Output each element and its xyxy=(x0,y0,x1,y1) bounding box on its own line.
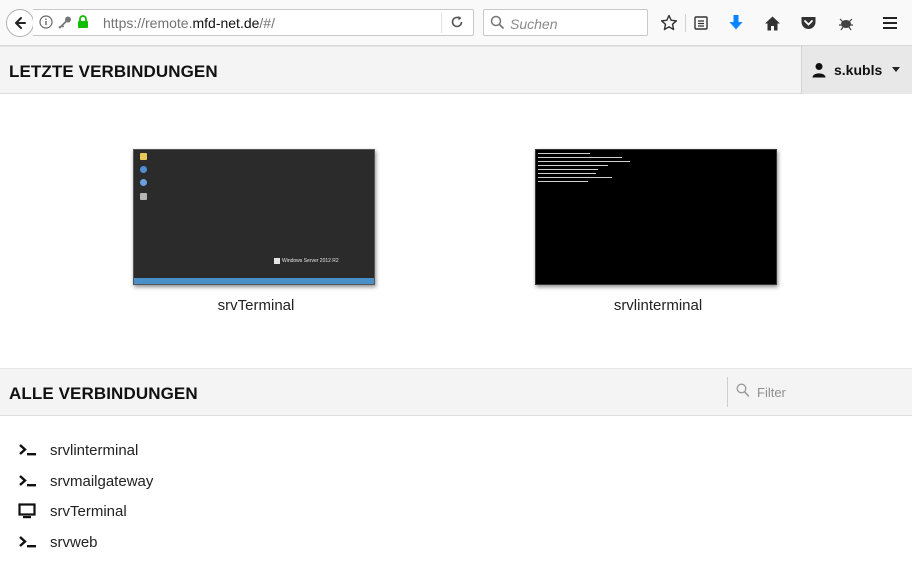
url-prefix: https://remote. xyxy=(103,15,193,31)
recent-connections-title: LETZTE VERBINDUNGEN xyxy=(9,62,218,81)
key-icon[interactable] xyxy=(57,15,73,29)
recent-connection-label[interactable]: srvTerminal xyxy=(135,297,377,314)
star-icon xyxy=(660,14,678,31)
search-icon xyxy=(736,383,750,398)
home-icon xyxy=(764,16,780,30)
extension-button[interactable] xyxy=(835,12,857,34)
lock-icon[interactable] xyxy=(77,15,89,29)
desktop-icon xyxy=(140,179,147,186)
search-bar[interactable]: Suchen xyxy=(483,9,648,36)
downloads-button[interactable] xyxy=(725,12,747,34)
list-item[interactable]: srvmailgateway xyxy=(18,469,153,493)
filter-placeholder: Filter xyxy=(757,385,786,400)
bookmark-star-button[interactable] xyxy=(658,12,680,34)
windows-logo-icon xyxy=(274,258,280,264)
desktop-icon xyxy=(140,166,147,173)
all-connections-header: ALLE VERBINDUNGEN Filter xyxy=(0,368,912,416)
terminal-icon xyxy=(18,532,40,552)
arrow-left-icon xyxy=(15,17,26,29)
desktop-taskbar xyxy=(134,278,374,284)
recent-connection-label[interactable]: srvlinterminal xyxy=(537,297,779,314)
reader-list-button[interactable] xyxy=(690,12,712,34)
connection-name: srvlinterminal xyxy=(50,441,139,459)
desktop-icon xyxy=(140,193,147,200)
list-item[interactable]: srvlinterminal xyxy=(18,438,138,462)
filter-input[interactable]: Filter xyxy=(727,377,912,407)
terminal-text-line xyxy=(538,177,612,178)
url-separator xyxy=(441,13,442,33)
url-host: mfd-net.de xyxy=(192,15,260,31)
terminal-icon xyxy=(18,471,40,491)
chevron-down-icon xyxy=(892,67,900,72)
browser-toolbar: https://remote.mfd-net.de/#/ Suchen xyxy=(0,0,912,46)
connection-name: srvmailgateway xyxy=(50,472,154,490)
toolbar-divider xyxy=(685,14,686,32)
terminal-icon xyxy=(18,440,40,460)
terminal-text-line xyxy=(538,153,590,154)
terminal-text-line xyxy=(538,161,630,162)
download-arrow-icon xyxy=(729,15,743,30)
bookmarks-list-icon xyxy=(694,16,708,30)
reload-button[interactable] xyxy=(450,15,464,34)
monitor-icon xyxy=(18,501,40,521)
connection-name: srvTerminal xyxy=(50,502,127,520)
bug-icon xyxy=(839,18,853,31)
reload-icon xyxy=(451,16,463,28)
menu-button[interactable] xyxy=(879,12,901,34)
user-name: s.kubls xyxy=(834,62,883,78)
terminal-text-line xyxy=(538,169,598,170)
home-button[interactable] xyxy=(761,12,783,34)
url-text[interactable]: https://remote.mfd-net.de/#/ xyxy=(103,15,275,31)
all-connections-title: ALLE VERBINDUNGEN xyxy=(9,384,198,403)
list-item[interactable]: srvweb xyxy=(18,530,98,554)
terminal-text-line xyxy=(538,157,622,158)
pocket-button[interactable] xyxy=(797,12,819,34)
list-item[interactable]: srvTerminal xyxy=(18,499,127,523)
terminal-text-line xyxy=(538,181,588,182)
pocket-icon xyxy=(801,17,815,29)
user-icon xyxy=(812,63,826,78)
user-menu[interactable]: s.kubls xyxy=(801,46,912,94)
search-icon xyxy=(490,15,505,30)
desktop-brand-text: Windows Server 2012 R2 xyxy=(282,258,339,264)
url-suffix: /#/ xyxy=(259,15,275,31)
recent-connections-header: LETZTE VERBINDUNGEN s.kubls xyxy=(0,46,912,94)
url-bar[interactable]: https://remote.mfd-net.de/#/ xyxy=(33,9,474,36)
info-icon[interactable] xyxy=(39,15,53,29)
connection-name: srvweb xyxy=(50,533,98,551)
terminal-text-line xyxy=(538,165,608,166)
hamburger-menu-icon xyxy=(883,17,897,29)
desktop-icon xyxy=(140,153,147,160)
recent-connection-thumbnail[interactable] xyxy=(535,149,777,285)
terminal-text-line xyxy=(538,173,596,174)
recent-connection-thumbnail[interactable]: Windows Server 2012 R2 xyxy=(133,149,375,285)
back-button[interactable] xyxy=(6,9,34,37)
search-placeholder: Suchen xyxy=(510,16,558,32)
